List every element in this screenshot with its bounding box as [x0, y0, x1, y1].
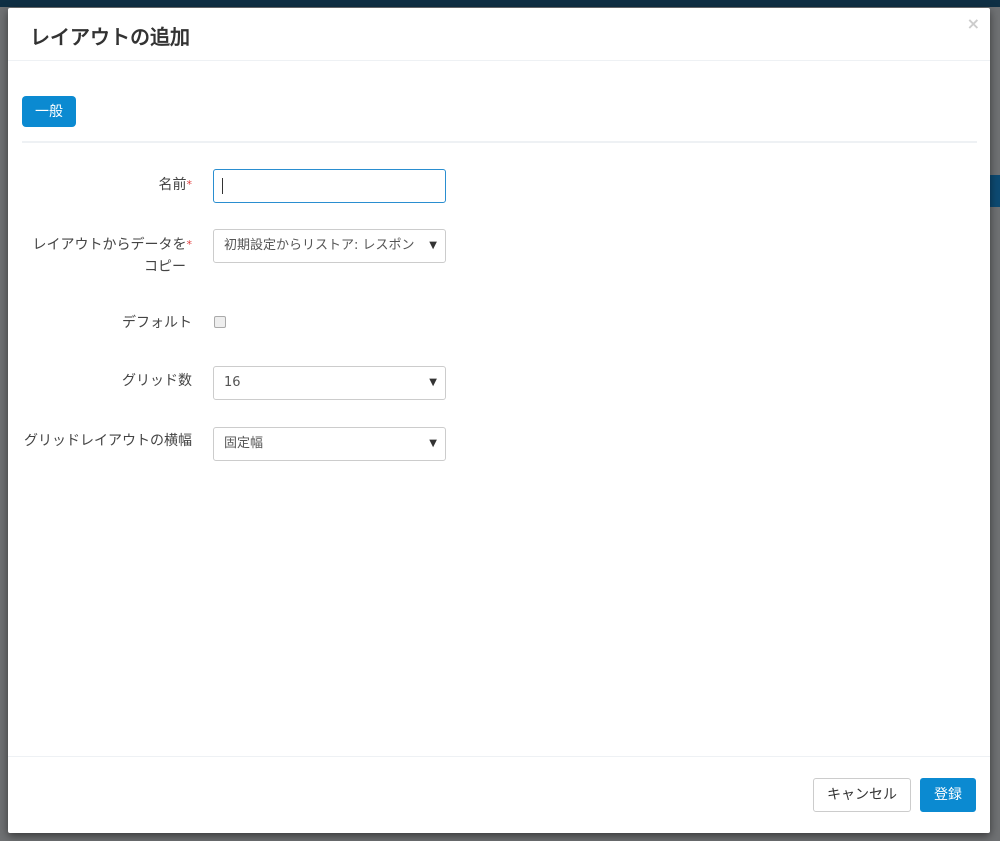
text-cursor	[222, 178, 223, 194]
default-label: デフォルト	[122, 315, 192, 331]
chevron-down-icon: ▼	[429, 377, 437, 388]
grid-count-value: 16	[224, 375, 241, 390]
close-icon[interactable]: ×	[967, 14, 980, 33]
add-layout-modal: レイアウトの追加 × 一般 名前* レイアウトからデータを* コピー 初期設定から…	[8, 8, 990, 833]
cancel-button[interactable]: キャンセル	[813, 778, 911, 812]
name-input[interactable]	[213, 169, 446, 203]
modal-header: レイアウトの追加 ×	[8, 8, 990, 61]
divider	[22, 141, 977, 143]
name-label: 名前*	[158, 177, 193, 193]
copy-from-label: レイアウトからデータを* コピー	[32, 237, 193, 275]
modal-footer: キャンセル 登録	[8, 756, 990, 833]
modal-title: レイアウトの追加	[30, 25, 190, 49]
grid-count-select[interactable]: 16 ▼	[213, 366, 446, 400]
default-checkbox[interactable]	[214, 316, 226, 328]
grid-width-value: 固定幅	[224, 436, 264, 451]
grid-width-label: グリッドレイアウトの横幅	[24, 433, 192, 449]
copy-from-select[interactable]: 初期設定からリストア: レスポンシブ ▼	[213, 229, 446, 263]
submit-button[interactable]: 登録	[920, 778, 976, 812]
chevron-down-icon: ▼	[429, 438, 437, 449]
tab-general[interactable]: 一般	[22, 96, 76, 127]
background-top-bar	[0, 0, 1000, 7]
chevron-down-icon: ▼	[429, 240, 437, 251]
background-page	[990, 175, 1000, 207]
grid-count-label: グリッド数	[122, 373, 192, 389]
grid-width-select[interactable]: 固定幅 ▼	[213, 427, 446, 461]
copy-from-value: 初期設定からリストア: レスポンシブ	[224, 238, 414, 253]
